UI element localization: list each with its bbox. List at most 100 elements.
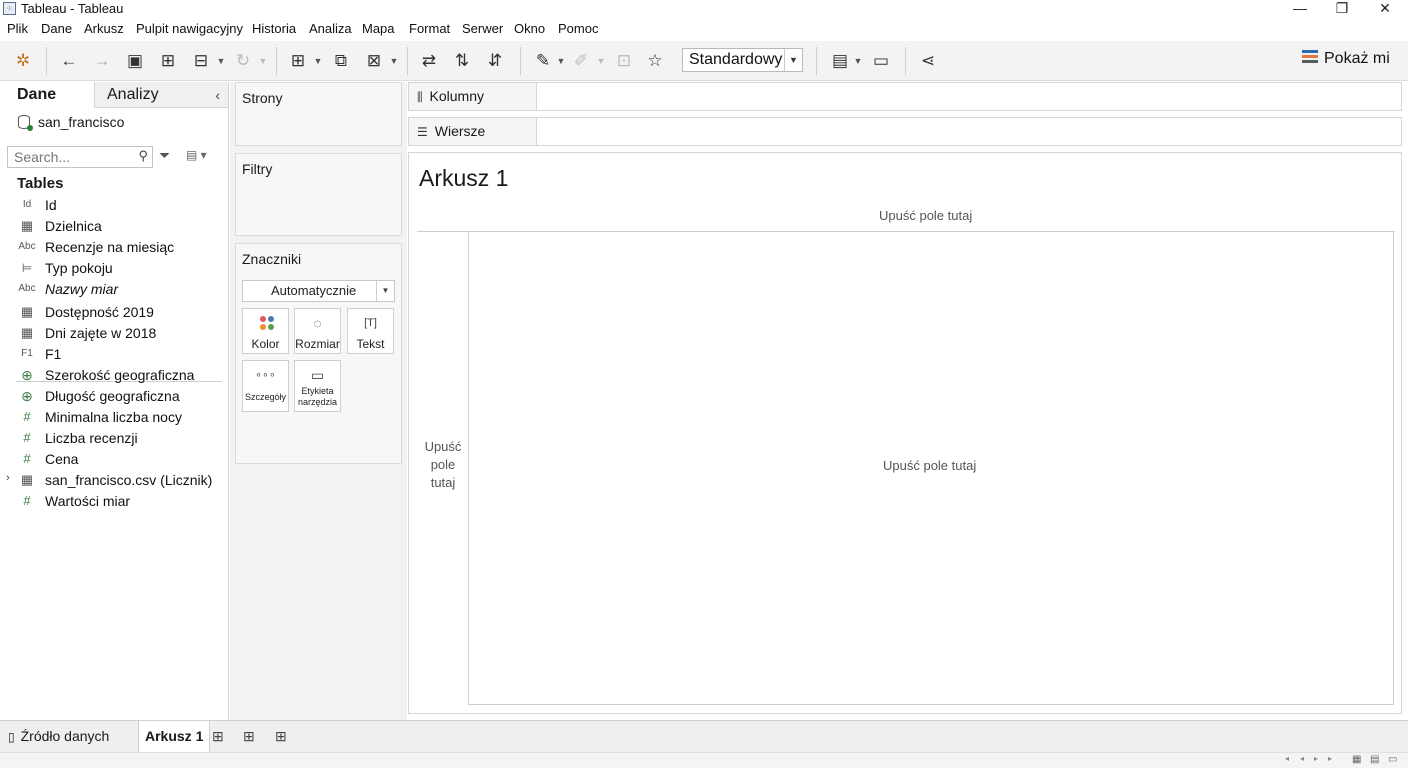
filter-icon[interactable]: ⏷	[159, 147, 170, 164]
tab-sheet1[interactable]: Arkusz 1	[138, 721, 211, 752]
tooltip-icon: ▭	[310, 367, 325, 383]
fix-axes-icon[interactable]: ☆	[644, 49, 666, 73]
last-sheet-icon[interactable]: ▸	[1328, 754, 1332, 763]
new-sheet-icon[interactable]: ⊞	[287, 49, 309, 73]
show-cards-icon[interactable]: ▤	[829, 49, 851, 73]
refresh-icon[interactable]: ↻	[232, 49, 254, 73]
marks-card: Znaczniki Automatycznie ▼ Kolor ◌ Rozmia…	[235, 243, 402, 464]
cards-dropdown-icon[interactable]: ▼	[853, 49, 863, 73]
minimize-button[interactable]: —	[1280, 0, 1320, 18]
field-szerokosc[interactable]: ⊕ Szerokość geograficzna	[0, 365, 222, 386]
redo-icon[interactable]: →	[91, 49, 113, 73]
tab-datasource[interactable]: ▯ Źródło danych	[8, 721, 109, 752]
menu-mapa[interactable]: Mapa	[362, 21, 395, 36]
sort-ascending-icon[interactable]: ⇅	[451, 49, 473, 73]
columns-shelf[interactable]: ⫼ Kolumny	[408, 82, 1402, 111]
highlight-dropdown-icon[interactable]: ▼	[556, 49, 566, 73]
pause-dropdown-icon[interactable]: ▼	[216, 49, 226, 73]
fit-select[interactable]: Standardowy ▼	[682, 48, 803, 72]
close-button[interactable]: ✕	[1365, 0, 1405, 18]
tableau-logo-icon[interactable]: ✲	[12, 49, 34, 73]
table-icon: ▦	[20, 304, 34, 319]
save-icon[interactable]: ▣	[124, 49, 146, 73]
drop-zone-left[interactable]: Upuść pole tutaj	[417, 232, 469, 705]
rows-shelf[interactable]: ☰ Wiersze	[408, 117, 1402, 146]
show-me-button[interactable]: Pokaż mi	[1302, 50, 1390, 68]
new-dashboard-icon[interactable]: ⊞	[243, 728, 255, 745]
field-dzielnica[interactable]: ▦ Dzielnica	[0, 216, 222, 237]
drop-zone-main[interactable]: Upuść pole tutaj	[469, 232, 1394, 705]
clear-dropdown-icon[interactable]: ▼	[389, 49, 399, 73]
field-cena[interactable]: # Cena	[0, 449, 222, 470]
menu-pulpit[interactable]: Pulpit nawigacyjny	[136, 21, 243, 36]
search-icon[interactable]: ⚲	[138, 148, 148, 164]
maximize-button[interactable]: ❐	[1322, 0, 1362, 18]
sheet-sorter-icon[interactable]: ▦	[1352, 754, 1361, 765]
status-bar: ◂ ◂ ▸ ▸ ▦ ▤ ▭	[0, 752, 1408, 768]
field-recenzje[interactable]: Abc Recenzje na miesiąc	[0, 237, 222, 258]
search-input[interactable]	[8, 147, 128, 167]
size-button[interactable]: ◌ Rozmiar	[294, 308, 341, 354]
menu-serwer[interactable]: Serwer	[462, 21, 503, 36]
mark-type-select[interactable]: Automatycznie ▼	[242, 280, 395, 302]
detail-button[interactable]: ∘∘∘ Szczegóły	[242, 360, 289, 412]
menu-format[interactable]: Format	[409, 21, 450, 36]
presentation-mode-icon[interactable]: ▭	[870, 49, 892, 73]
string-icon: Abc	[18, 241, 36, 252]
view-options-icon[interactable]: ▤ ▾	[186, 148, 207, 162]
first-sheet-icon[interactable]: ◂	[1285, 754, 1289, 763]
group-members-icon[interactable]: ✐	[570, 49, 592, 73]
menu-arkusz[interactable]: Arkusz	[84, 21, 124, 36]
filters-card[interactable]: Filtry	[235, 153, 402, 236]
field-licznik[interactable]: › ▦ san_francisco.csv (Licznik)	[0, 470, 222, 491]
menu-historia[interactable]: Historia	[252, 21, 296, 36]
sort-descending-icon[interactable]: ⇵	[484, 49, 506, 73]
undo-icon[interactable]: ←	[58, 49, 80, 73]
menu-okno[interactable]: Okno	[514, 21, 545, 36]
chevron-down-icon: ▼	[784, 49, 802, 71]
field-wartosci-miar[interactable]: # Wartości miar	[0, 491, 222, 512]
field-nazwy-miar[interactable]: Abc Nazwy miar	[0, 279, 222, 300]
field-f1[interactable]: F1 F1	[0, 344, 222, 365]
group-dropdown-icon[interactable]: ▼	[596, 49, 606, 73]
new-datasource-icon[interactable]: ⊞	[157, 49, 179, 73]
filmstrip-icon[interactable]: ▤	[1370, 754, 1379, 765]
tooltip-button[interactable]: ▭ Etykieta narzędzia	[294, 360, 341, 412]
tab-data[interactable]: Dane	[0, 82, 94, 108]
share-icon[interactable]: ⋖	[917, 49, 939, 73]
labels-icon[interactable]: ⊡	[613, 49, 635, 73]
field-typ-pokoju[interactable]: ⊨ Typ pokoju	[0, 258, 222, 279]
pause-updates-icon[interactable]: ⊟	[190, 49, 212, 73]
new-worksheet-icon[interactable]: ⊞	[212, 728, 224, 745]
duplicate-sheet-icon[interactable]: ⧉	[330, 49, 352, 73]
menu-plik[interactable]: Plik	[7, 21, 28, 36]
field-liczba-recenzji[interactable]: # Liczba recenzji	[0, 428, 222, 449]
highlight-icon[interactable]: ✎	[532, 49, 554, 73]
sheet-view: Arkusz 1 Upuść pole tutaj Upuść pole tut…	[408, 152, 1402, 714]
color-button[interactable]: Kolor	[242, 308, 289, 354]
new-sheet-dropdown-icon[interactable]: ▼	[313, 49, 323, 73]
datasource-item[interactable]: san_francisco	[18, 114, 124, 131]
menu-analiza[interactable]: Analiza	[309, 21, 352, 36]
sheet-title[interactable]: Arkusz 1	[419, 165, 508, 192]
field-dlugosc[interactable]: ⊕ Długość geograficzna	[0, 386, 222, 407]
text-button[interactable]: [T] Tekst	[347, 308, 394, 354]
swap-rows-columns-icon[interactable]: ⇄	[418, 49, 440, 73]
field-min-nocy[interactable]: # Minimalna liczba nocy	[0, 407, 222, 428]
menu-pomoc[interactable]: Pomoc	[558, 21, 598, 36]
collapse-pane-icon[interactable]: ‹	[215, 82, 220, 108]
tabs-view-icon[interactable]: ▭	[1388, 754, 1397, 765]
prev-sheet-icon[interactable]: ◂	[1300, 754, 1304, 763]
field-dni-zajete[interactable]: ▦ Dni zajęte w 2018	[0, 323, 222, 344]
drop-zone-top[interactable]: Upuść pole tutaj	[879, 208, 972, 223]
field-id[interactable]: Id Id	[0, 195, 222, 216]
next-sheet-icon[interactable]: ▸	[1314, 754, 1318, 763]
pages-card[interactable]: Strony	[235, 82, 402, 146]
refresh-dropdown-icon[interactable]: ▼	[258, 49, 268, 73]
field-dostepnosc[interactable]: ▦ Dostępność 2019	[0, 302, 222, 323]
tab-analytics[interactable]: Analizy ‹	[94, 82, 228, 108]
clear-sheet-icon[interactable]: ⊠	[363, 49, 385, 73]
chevron-right-icon[interactable]: ›	[6, 472, 10, 484]
new-story-icon[interactable]: ⊞	[275, 728, 287, 745]
menu-dane[interactable]: Dane	[41, 21, 72, 36]
